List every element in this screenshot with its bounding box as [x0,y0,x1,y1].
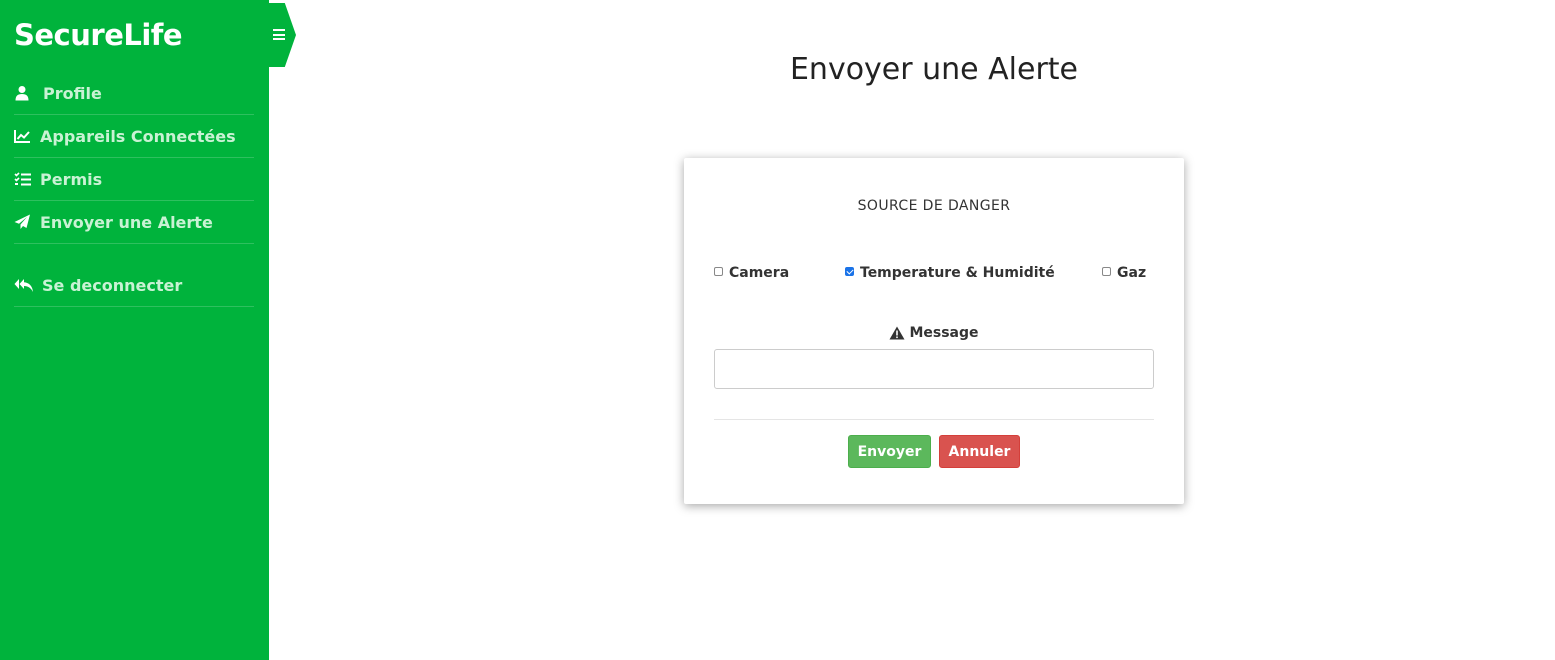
sidebar-item-permis[interactable]: Permis [14,158,254,201]
temperature-checkbox[interactable] [845,266,854,276]
option-label: Camera [729,265,790,281]
option-gaz[interactable]: Gaz [1102,265,1146,281]
message-label: Message [684,325,1184,341]
sidebar-item-label: Envoyer une Alerte [40,212,213,232]
brand-logo[interactable]: SecureLife [14,18,183,52]
sidebar-toggle-button[interactable] [268,3,296,67]
option-temperature-humidite[interactable]: Temperature & Humidité [845,265,1055,281]
sidebar-item-envoyer-alerte[interactable]: Envoyer une Alerte [14,201,254,244]
sidebar-item-logout[interactable]: Se deconnecter [14,264,254,307]
user-icon [14,85,40,101]
hamburger-icon [273,29,285,40]
alert-form-card: SOURCE DE DANGER Camera Temperature & Hu… [684,158,1184,504]
sidebar-item-appareils[interactable]: Appareils Connectées [14,115,254,158]
paper-plane-icon [14,214,40,230]
sidebar-item-label: Permis [40,169,103,189]
page-title: Envoyer une Alerte [789,52,1079,87]
camera-checkbox[interactable] [714,266,723,276]
warning-icon [889,326,905,340]
logout-label: Se deconnecter [42,275,183,295]
sidebar-item-label: Profile [43,83,102,103]
reply-all-icon [14,278,40,293]
send-button[interactable]: Envoyer [848,435,931,468]
tasks-icon [14,172,40,186]
option-label: Temperature & Humidité [860,265,1055,281]
divider [714,419,1154,420]
sidebar-item-profile[interactable]: Profile [14,72,254,115]
cancel-button[interactable]: Annuler [939,435,1020,468]
sidebar: SecureLife Profile Appareils Connectées … [0,0,269,660]
danger-source-heading: SOURCE DE DANGER [857,198,1011,214]
option-label: Gaz [1117,265,1147,281]
sidebar-nav: Profile Appareils Connectées Permis Envo… [14,72,254,307]
option-camera[interactable]: Camera [714,265,789,281]
message-label-text: Message [909,325,979,341]
gaz-checkbox[interactable] [1102,266,1111,276]
sidebar-item-label: Appareils Connectées [40,126,236,146]
chart-line-icon [14,129,40,143]
message-input[interactable] [714,349,1154,389]
